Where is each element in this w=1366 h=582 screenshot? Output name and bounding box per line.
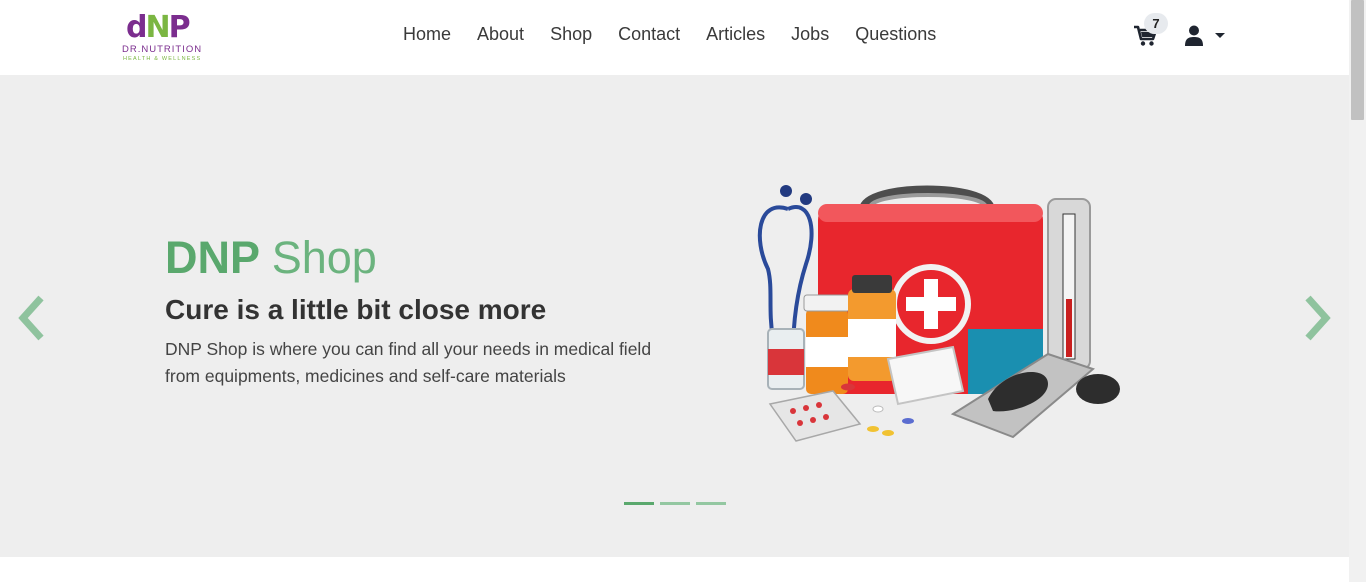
logo-name: DR.NUTRITION — [122, 44, 203, 55]
carousel-next-button[interactable] — [1300, 295, 1334, 341]
slide-title-bold: DNP — [165, 232, 260, 283]
nav-item-jobs[interactable]: Jobs — [778, 24, 842, 45]
logo-tagline: HEALTH & WELLNESS — [123, 56, 202, 62]
nav-item-shop[interactable]: Shop — [537, 24, 605, 45]
nav-item-home[interactable]: Home — [390, 24, 464, 45]
user-icon — [1185, 25, 1203, 46]
nav-item-about[interactable]: About — [464, 24, 537, 45]
cart-count-badge: 7 — [1144, 13, 1168, 34]
slide-subtitle: Cure is a little bit close more — [165, 294, 547, 325]
slide-title-light: Shop — [271, 232, 377, 283]
nav-item-contact[interactable]: Contact — [605, 24, 693, 45]
nav-item-articles[interactable]: Articles — [693, 24, 778, 45]
navbar: dNP DR.NUTRITION HEALTH & WELLNESS Home … — [0, 0, 1349, 75]
carousel-indicator-3[interactable] — [696, 502, 726, 505]
logo-mark: dNP — [126, 10, 191, 45]
slide-description: DNP Shop is where you can find all your … — [165, 339, 652, 386]
slide-title: DNP Shop — [165, 232, 377, 284]
medical-kit-illustration — [748, 179, 1123, 454]
carousel-indicator-2[interactable] — [660, 502, 690, 505]
main-nav: Home About Shop Contact Articles Jobs Qu… — [390, 24, 949, 45]
chevron-left-icon — [18, 295, 44, 341]
hero-carousel: DNP Shop Cure is a little bit close more… — [0, 75, 1349, 557]
brand-logo[interactable]: dNP DR.NUTRITION HEALTH & WELLNESS — [118, 10, 208, 66]
user-menu-toggle[interactable] — [1184, 25, 1228, 47]
chevron-right-icon — [1305, 295, 1331, 341]
carousel-prev-button[interactable] — [15, 295, 49, 341]
scrollbar-thumb[interactable] — [1351, 0, 1364, 120]
caret-down-icon — [1215, 33, 1225, 38]
carousel-indicators — [624, 502, 732, 505]
nav-item-questions[interactable]: Questions — [842, 24, 949, 45]
carousel-indicator-1[interactable] — [624, 502, 654, 505]
